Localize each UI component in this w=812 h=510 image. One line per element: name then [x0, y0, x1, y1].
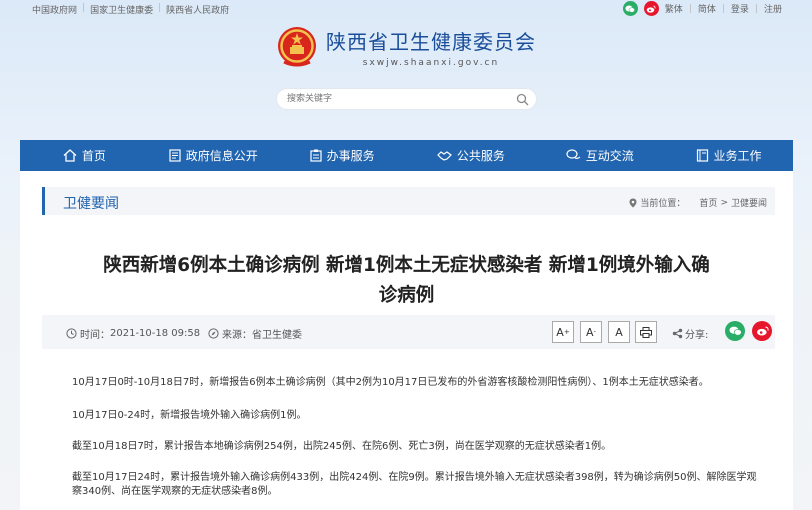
nav-item-public-services[interactable]: 公共服务	[406, 140, 535, 171]
clock-icon	[66, 328, 77, 339]
main-nav: 首页 政府信息公开 办事服务 公共服务 互动交流 业务工作	[20, 140, 793, 171]
breadcrumb-home[interactable]: 首页	[699, 196, 717, 209]
nav-item-services[interactable]: 办事服务	[278, 140, 407, 171]
share-weibo-icon[interactable]	[752, 321, 772, 341]
handshake-icon	[437, 150, 452, 161]
top-links: 中国政府网 | 国家卫生健康委 | 陕西省人民政府	[32, 3, 230, 16]
search-icon[interactable]	[516, 93, 529, 106]
top-link-shaanxi[interactable]: 陕西省人民政府	[166, 3, 229, 16]
book-icon	[696, 149, 708, 162]
nav-item-interaction[interactable]: 互动交流	[535, 140, 664, 171]
top-link-gov[interactable]: 中国政府网	[32, 3, 77, 16]
top-link-nhc[interactable]: 国家卫生健康委	[90, 3, 153, 16]
traditional-chinese-link[interactable]: 繁体	[665, 2, 683, 15]
article-paragraph: 截至10月18日7时，累计报告本地确诊病例254例，出院245例、在院6例、死亡…	[72, 441, 612, 452]
login-link[interactable]: 登录	[731, 2, 749, 15]
article-paragraph: 截至10月17日24时，累计报告境外输入确诊病例433例，出院424例、在院9例…	[72, 472, 757, 497]
search-box	[276, 88, 537, 110]
printer-icon	[640, 326, 652, 338]
search-input[interactable]	[287, 93, 507, 103]
site-url: sxwjw.shaanxi.gov.cn	[362, 58, 500, 68]
document-icon	[169, 149, 181, 162]
publish-time: 时间： 2021-10-18 09:58	[66, 326, 200, 341]
top-right-tools: 繁体 | 简体 | 登录 | 注册	[622, 1, 782, 16]
top-bar: 中国政府网 | 国家卫生健康委 | 陕西省人民政府 繁体 | 简体 | 登录 |…	[0, 0, 812, 18]
location-pin-icon	[629, 198, 637, 207]
clipboard-icon	[309, 149, 322, 162]
font-size-decrease-button[interactable]: A-	[580, 321, 602, 343]
home-icon	[63, 149, 77, 162]
article-source: 来源： 省卫生健委	[208, 326, 302, 341]
content-panel: 卫健要闻 当前位置： 首页 > 卫健要闻 陕西新增6例本土确诊病例 新增1例本土…	[20, 171, 793, 510]
section-header: 卫健要闻 当前位置： 首页 > 卫健要闻	[42, 187, 775, 215]
share-label: 分享:	[672, 326, 708, 341]
compass-icon	[208, 328, 219, 339]
section-title: 卫健要闻	[63, 196, 119, 212]
nav-item-home[interactable]: 首页	[20, 140, 149, 171]
article-meta-bar: 时间： 2021-10-18 09:58 来源： 省卫生健委 A + A- A 分…	[42, 315, 775, 349]
site-logo[interactable]: 陕西省卫生健康委员会 sxwjw.shaanxi.gov.cn	[274, 24, 536, 70]
chat-icon	[566, 149, 581, 159]
font-size-default-button[interactable]: A	[608, 321, 630, 343]
nav-item-business[interactable]: 业务工作	[664, 140, 793, 171]
font-size-increase-button[interactable]: A +	[552, 321, 574, 343]
wechat-icon[interactable]	[622, 1, 638, 16]
print-button[interactable]	[635, 321, 657, 343]
national-emblem-icon	[278, 27, 316, 67]
breadcrumb: 当前位置： 首页 > 卫健要闻	[629, 196, 767, 209]
article-title: 陕西新增6例本土确诊病例 新增1例本土无症状感染者 新增1例境外输入确 诊病例	[103, 255, 710, 306]
weibo-icon[interactable]	[643, 1, 659, 16]
article-paragraph: 10月17日0-24时，新增报告境外输入确诊病例1例。	[72, 410, 307, 421]
share-wechat-icon[interactable]	[725, 321, 745, 341]
article-paragraph: 10月17日0时-10月18日7时，新增报告6例本土确诊病例（其中2例为10月1…	[72, 377, 709, 388]
simplified-chinese-link[interactable]: 简体	[698, 2, 716, 15]
breadcrumb-current[interactable]: 卫健要闻	[731, 196, 767, 209]
site-name: 陕西省卫生健康委员会	[326, 30, 536, 54]
share-icon	[672, 328, 683, 339]
nav-item-gov-info[interactable]: 政府信息公开	[149, 140, 278, 171]
register-link[interactable]: 注册	[764, 2, 782, 15]
